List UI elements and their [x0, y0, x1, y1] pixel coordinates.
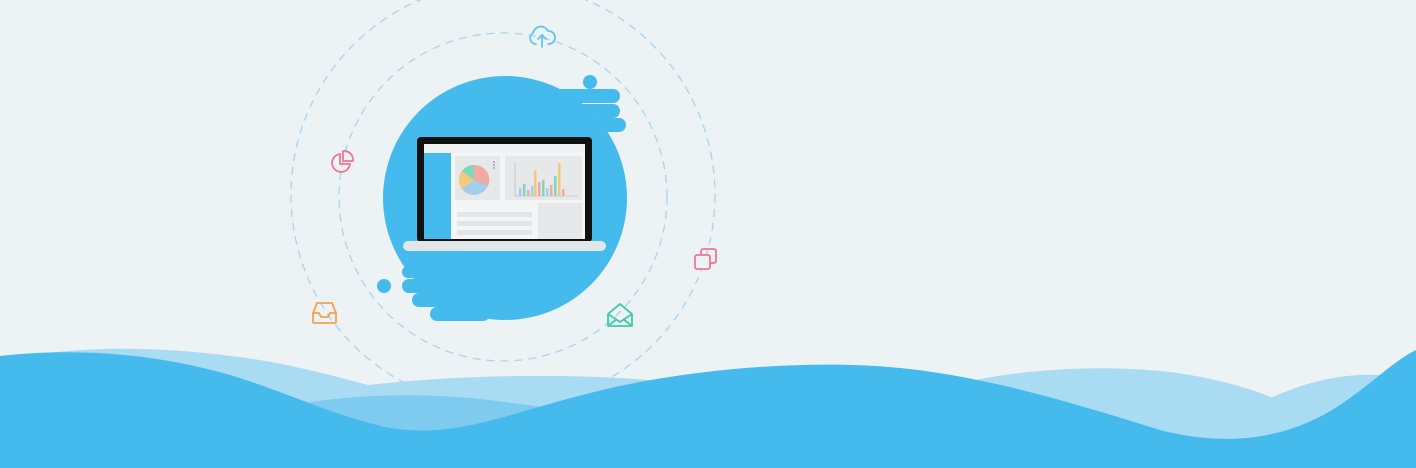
screen-topbar: [424, 144, 585, 153]
streak: [412, 293, 460, 307]
streak-dot: [583, 75, 597, 89]
streak: [402, 279, 454, 293]
streak: [592, 118, 626, 132]
screen-sidebar: [424, 153, 451, 239]
hero-illustration: [0, 0, 1416, 468]
streak: [402, 266, 418, 278]
laptop-base: [403, 241, 606, 251]
streak: [560, 104, 620, 118]
streak: [548, 89, 620, 103]
small-card: [538, 203, 582, 239]
streak: [430, 307, 490, 321]
streak-dot: [377, 279, 391, 293]
laptop: [403, 137, 606, 251]
